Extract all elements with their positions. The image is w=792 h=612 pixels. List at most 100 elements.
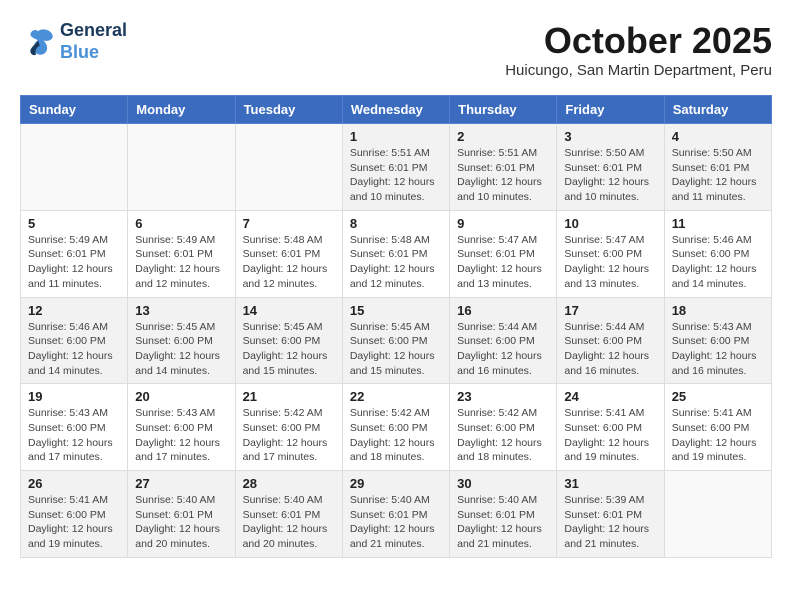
day-number: 19 <box>28 389 120 404</box>
day-number: 9 <box>457 216 549 231</box>
month-title: October 2025 <box>505 20 772 62</box>
calendar-table: SundayMondayTuesdayWednesdayThursdayFrid… <box>20 95 772 558</box>
day-detail: Sunrise: 5:42 AM Sunset: 6:00 PM Dayligh… <box>243 406 335 465</box>
day-detail: Sunrise: 5:43 AM Sunset: 6:00 PM Dayligh… <box>672 320 764 379</box>
day-number: 20 <box>135 389 227 404</box>
calendar-week-row: 1 Sunrise: 5:51 AM Sunset: 6:01 PM Daylig… <box>21 124 772 211</box>
calendar-day-cell: 10Sunrise: 5:47 AM Sunset: 6:00 PM Dayli… <box>557 210 664 297</box>
calendar-day-cell: 3 Sunrise: 5:50 AM Sunset: 6:01 PM Daylig… <box>557 124 664 211</box>
day-number: 2 <box>457 129 549 144</box>
calendar-day-cell: 2 Sunrise: 5:51 AM Sunset: 6:01 PM Daylig… <box>450 124 557 211</box>
day-detail: Sunrise: 5:43 AM Sunset: 6:00 PM Dayligh… <box>28 406 120 465</box>
day-header-friday: Friday <box>557 96 664 124</box>
calendar-day-cell: 25 Sunrise: 5:41 AM Sunset: 6:00 PM Dayli… <box>664 384 771 471</box>
day-number: 7 <box>243 216 335 231</box>
calendar-day-cell: 27 Sunrise: 5:40 AM Sunset: 6:01 PM Dayli… <box>128 471 235 558</box>
day-number: 26 <box>28 476 120 491</box>
day-detail: Sunrise: 5:46 AM Sunset: 6:00 PM Dayligh… <box>672 233 764 292</box>
day-number: 28 <box>243 476 335 491</box>
day-number: 22 <box>350 389 442 404</box>
calendar-week-row: 12Sunrise: 5:46 AM Sunset: 6:00 PM Dayli… <box>21 297 772 384</box>
calendar-day-cell: 7 Sunrise: 5:48 AM Sunset: 6:01 PM Daylig… <box>235 210 342 297</box>
day-detail: Sunrise: 5:43 AM Sunset: 6:00 PM Dayligh… <box>135 406 227 465</box>
day-number: 6 <box>135 216 227 231</box>
calendar-day-cell: 13 Sunrise: 5:45 AM Sunset: 6:00 PM Dayli… <box>128 297 235 384</box>
calendar-week-row: 5 Sunrise: 5:49 AM Sunset: 6:01 PM Daylig… <box>21 210 772 297</box>
day-number: 5 <box>28 216 120 231</box>
title-block: October 2025 Huicungo, San Martin Depart… <box>505 20 772 79</box>
calendar-day-cell: 14 Sunrise: 5:45 AM Sunset: 6:00 PM Dayli… <box>235 297 342 384</box>
day-detail: Sunrise: 5:40 AM Sunset: 6:01 PM Dayligh… <box>243 493 335 552</box>
day-number: 21 <box>243 389 335 404</box>
page-header: General Blue October 2025 Huicungo, San … <box>20 20 772 79</box>
day-detail: Sunrise: 5:44 AM Sunset: 6:00 PM Dayligh… <box>457 320 549 379</box>
day-number: 4 <box>672 129 764 144</box>
day-number: 25 <box>672 389 764 404</box>
day-detail: Sunrise: 5:41 AM Sunset: 6:00 PM Dayligh… <box>672 406 764 465</box>
day-detail: Sunrise: 5:41 AM Sunset: 6:00 PM Dayligh… <box>28 493 120 552</box>
day-number: 3 <box>564 129 656 144</box>
calendar-day-cell: 19 Sunrise: 5:43 AM Sunset: 6:00 PM Dayli… <box>21 384 128 471</box>
day-detail: Sunrise: 5:45 AM Sunset: 6:00 PM Dayligh… <box>350 320 442 379</box>
day-number: 27 <box>135 476 227 491</box>
calendar-day-cell: 16 Sunrise: 5:44 AM Sunset: 6:00 PM Dayli… <box>450 297 557 384</box>
day-detail: Sunrise: 5:40 AM Sunset: 6:01 PM Dayligh… <box>457 493 549 552</box>
logo-icon <box>20 24 56 60</box>
calendar-day-cell: 26 Sunrise: 5:41 AM Sunset: 6:00 PM Dayli… <box>21 471 128 558</box>
calendar-day-cell: 28 Sunrise: 5:40 AM Sunset: 6:01 PM Dayli… <box>235 471 342 558</box>
calendar-day-cell: 20 Sunrise: 5:43 AM Sunset: 6:00 PM Dayli… <box>128 384 235 471</box>
day-number: 16 <box>457 303 549 318</box>
day-header-wednesday: Wednesday <box>342 96 449 124</box>
day-detail: Sunrise: 5:47 AM Sunset: 6:01 PM Dayligh… <box>457 233 549 292</box>
day-detail: Sunrise: 5:48 AM Sunset: 6:01 PM Dayligh… <box>243 233 335 292</box>
day-detail: Sunrise: 5:45 AM Sunset: 6:00 PM Dayligh… <box>243 320 335 379</box>
day-number: 12 <box>28 303 120 318</box>
calendar-day-cell: 6 Sunrise: 5:49 AM Sunset: 6:01 PM Daylig… <box>128 210 235 297</box>
day-detail: Sunrise: 5:47 AM Sunset: 6:00 PM Dayligh… <box>564 233 656 292</box>
day-detail: Sunrise: 5:49 AM Sunset: 6:01 PM Dayligh… <box>135 233 227 292</box>
day-number: 30 <box>457 476 549 491</box>
day-number: 18 <box>672 303 764 318</box>
day-detail: Sunrise: 5:45 AM Sunset: 6:00 PM Dayligh… <box>135 320 227 379</box>
day-header-saturday: Saturday <box>664 96 771 124</box>
calendar-day-cell: 5Sunrise: 5:49 AM Sunset: 6:01 PM Daylig… <box>21 210 128 297</box>
calendar-day-cell: 24 Sunrise: 5:41 AM Sunset: 6:00 PM Dayli… <box>557 384 664 471</box>
calendar-day-cell: 22Sunrise: 5:42 AM Sunset: 6:00 PM Dayli… <box>342 384 449 471</box>
day-number: 29 <box>350 476 442 491</box>
day-header-sunday: Sunday <box>21 96 128 124</box>
day-detail: Sunrise: 5:44 AM Sunset: 6:00 PM Dayligh… <box>564 320 656 379</box>
day-number: 14 <box>243 303 335 318</box>
calendar-day-cell: 9 Sunrise: 5:47 AM Sunset: 6:01 PM Daylig… <box>450 210 557 297</box>
day-header-tuesday: Tuesday <box>235 96 342 124</box>
logo: General Blue <box>20 20 127 63</box>
calendar-day-cell <box>128 124 235 211</box>
location-title: Huicungo, San Martin Department, Peru <box>505 62 772 79</box>
day-detail: Sunrise: 5:51 AM Sunset: 6:01 PM Dayligh… <box>350 146 442 205</box>
day-number: 24 <box>564 389 656 404</box>
calendar-week-row: 19 Sunrise: 5:43 AM Sunset: 6:00 PM Dayli… <box>21 384 772 471</box>
day-detail: Sunrise: 5:42 AM Sunset: 6:00 PM Dayligh… <box>457 406 549 465</box>
calendar-day-cell: 8Sunrise: 5:48 AM Sunset: 6:01 PM Daylig… <box>342 210 449 297</box>
calendar-day-cell: 1 Sunrise: 5:51 AM Sunset: 6:01 PM Daylig… <box>342 124 449 211</box>
calendar-header-row: SundayMondayTuesdayWednesdayThursdayFrid… <box>21 96 772 124</box>
day-detail: Sunrise: 5:41 AM Sunset: 6:00 PM Dayligh… <box>564 406 656 465</box>
day-detail: Sunrise: 5:48 AM Sunset: 6:01 PM Dayligh… <box>350 233 442 292</box>
calendar-day-cell: 23 Sunrise: 5:42 AM Sunset: 6:00 PM Dayli… <box>450 384 557 471</box>
calendar-day-cell: 21 Sunrise: 5:42 AM Sunset: 6:00 PM Dayli… <box>235 384 342 471</box>
day-number: 23 <box>457 389 549 404</box>
day-number: 15 <box>350 303 442 318</box>
day-number: 13 <box>135 303 227 318</box>
calendar-day-cell <box>235 124 342 211</box>
calendar-day-cell <box>664 471 771 558</box>
day-number: 31 <box>564 476 656 491</box>
day-detail: Sunrise: 5:51 AM Sunset: 6:01 PM Dayligh… <box>457 146 549 205</box>
day-detail: Sunrise: 5:40 AM Sunset: 6:01 PM Dayligh… <box>135 493 227 552</box>
day-detail: Sunrise: 5:50 AM Sunset: 6:01 PM Dayligh… <box>564 146 656 205</box>
calendar-day-cell: 15 Sunrise: 5:45 AM Sunset: 6:00 PM Dayli… <box>342 297 449 384</box>
day-number: 1 <box>350 129 442 144</box>
calendar-day-cell: 11Sunrise: 5:46 AM Sunset: 6:00 PM Dayli… <box>664 210 771 297</box>
calendar-day-cell: 31Sunrise: 5:39 AM Sunset: 6:01 PM Dayli… <box>557 471 664 558</box>
day-header-monday: Monday <box>128 96 235 124</box>
calendar-day-cell: 12Sunrise: 5:46 AM Sunset: 6:00 PM Dayli… <box>21 297 128 384</box>
calendar-day-cell: 29Sunrise: 5:40 AM Sunset: 6:01 PM Dayli… <box>342 471 449 558</box>
